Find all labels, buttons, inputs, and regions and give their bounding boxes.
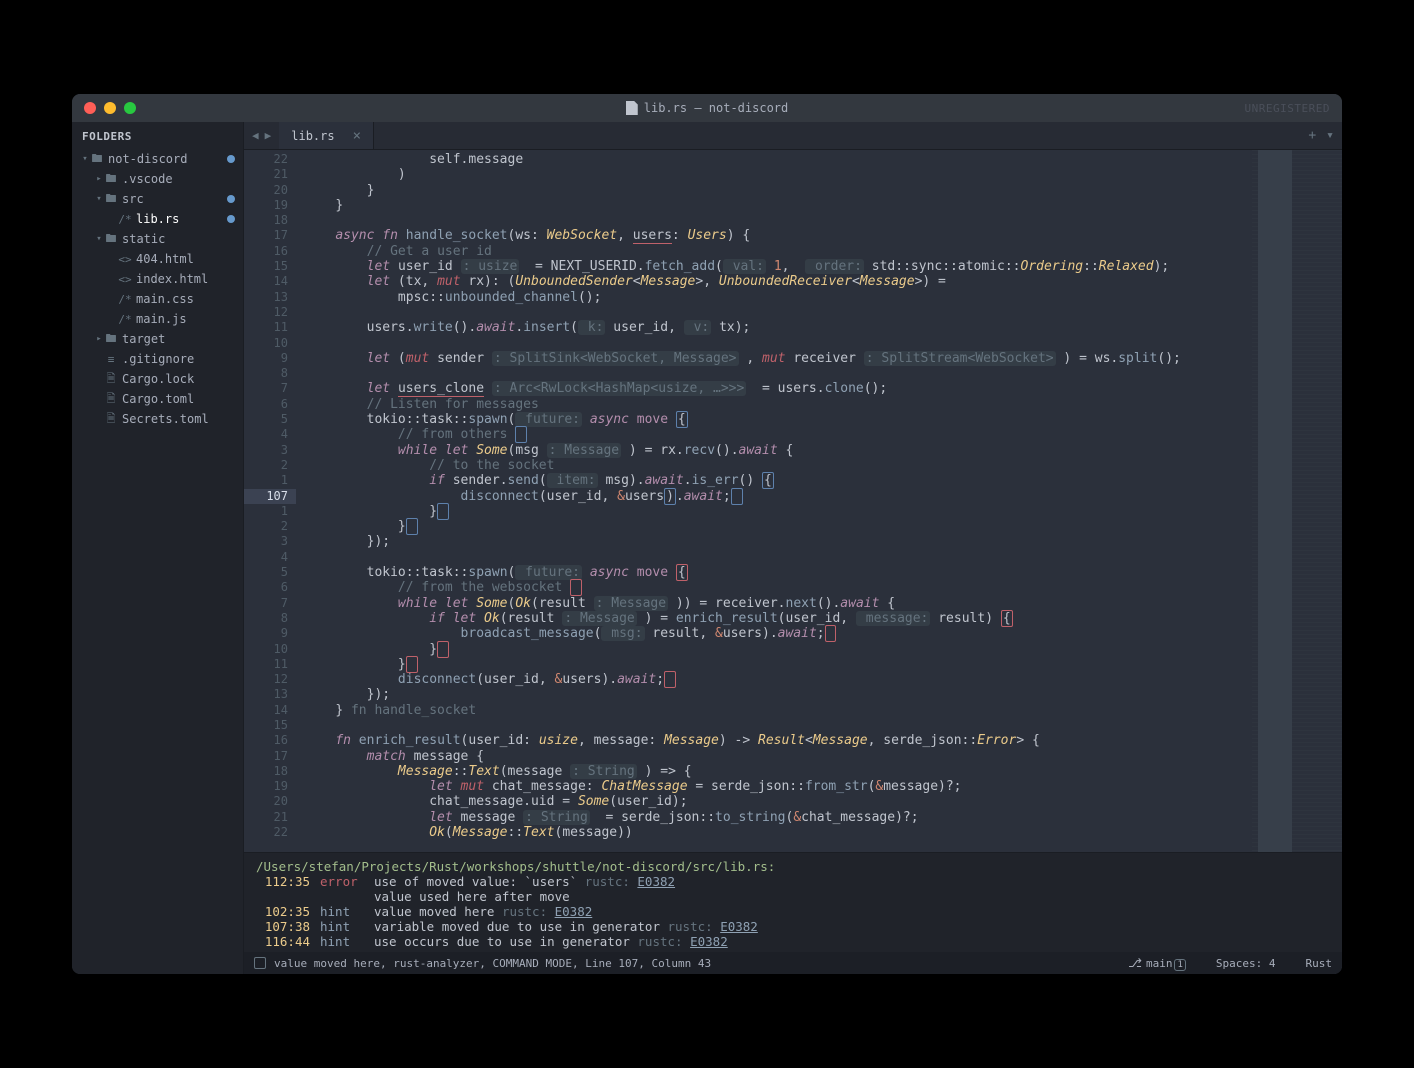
tree-label: lib.rs [136, 212, 223, 226]
tab-lib-rs[interactable]: lib.rs × [279, 122, 374, 149]
document-icon [626, 101, 638, 115]
disclosure-arrow[interactable]: ▸ [94, 334, 104, 344]
file-icon: 🗎 [104, 390, 118, 409]
tree-item--vscode[interactable]: ▸🖿 .vscode [72, 169, 243, 189]
tree-item-404-html[interactable]: <> 404.html [72, 249, 243, 269]
tree-item-secrets-toml[interactable]: 🗎 Secrets.toml [72, 409, 243, 429]
new-tab-icon[interactable]: + [1308, 128, 1316, 143]
tab-history-nav: ◀ ▶ [244, 122, 279, 149]
tree-item-src[interactable]: ▾🖿 src [72, 189, 243, 209]
tree-item-cargo-toml[interactable]: 🗎 Cargo.toml [72, 389, 243, 409]
tree-label: src [122, 192, 223, 206]
status-left: value moved here, rust-analyzer, COMMAND… [274, 957, 711, 970]
editor-window: lib.rs — not-discord UNREGISTERED FOLDER… [72, 94, 1342, 974]
indentation-setting[interactable]: Spaces: 4 [1216, 957, 1276, 970]
statusbar: value moved here, rust-analyzer, COMMAND… [244, 952, 1342, 974]
tree-label: index.html [136, 272, 235, 286]
tree-label: target [122, 332, 235, 346]
window-title-text: lib.rs — not-discord [644, 101, 789, 115]
tabbar: ◀ ▶ lib.rs × + ▾ [244, 122, 1342, 150]
file-tree: ▾🖿not-discord▸🖿.vscode▾🖿src/*lib.rs▾🖿sta… [72, 149, 243, 429]
file-icon: <> [118, 273, 132, 286]
folder-icon: 🖿 [104, 170, 118, 189]
nav-back-icon[interactable]: ◀ [250, 127, 261, 144]
minimize-window-button[interactable] [104, 102, 116, 114]
tree-item-cargo-lock[interactable]: 🗎 Cargo.lock [72, 369, 243, 389]
tree-item-lib-rs[interactable]: /* lib.rs [72, 209, 243, 229]
gutter: 2221201918171615141312111098765432110712… [244, 150, 296, 852]
tree-label: main.js [136, 312, 235, 326]
tree-item-main-js[interactable]: /* main.js [72, 309, 243, 329]
file-icon: /* [118, 213, 132, 226]
disclosure-arrow[interactable]: ▾ [94, 234, 104, 244]
tab-label: lib.rs [291, 129, 334, 143]
modified-dot-icon [227, 155, 235, 163]
sidebar: FOLDERS ▾🖿not-discord▸🖿.vscode▾🖿src/*lib… [72, 122, 244, 974]
tree-item--gitignore[interactable]: ≡ .gitignore [72, 349, 243, 369]
diagnostics-panel: /Users/stefan/Projects/Rust/workshops/sh… [244, 852, 1342, 952]
diagnostic-row[interactable]: value used here after move [256, 889, 1330, 904]
folder-icon: 🖿 [104, 190, 118, 209]
file-icon: 🗎 [104, 370, 118, 389]
disclosure-arrow[interactable]: ▾ [94, 194, 104, 204]
maximize-window-button[interactable] [124, 102, 136, 114]
unregistered-label: UNREGISTERED [1245, 102, 1330, 115]
nav-forward-icon[interactable]: ▶ [263, 127, 274, 144]
folder-icon: 🖿 [104, 330, 118, 349]
sidebar-header: FOLDERS [72, 122, 243, 149]
file-icon: /* [118, 293, 132, 306]
tree-label: 404.html [136, 252, 235, 266]
diagnostic-row[interactable]: 107:38hintvariable moved due to use in g… [256, 919, 1330, 934]
panel-toggle-icon[interactable] [254, 957, 266, 969]
editor[interactable]: 2221201918171615141312111098765432110712… [244, 150, 1342, 852]
minimap[interactable] [1252, 150, 1342, 852]
tree-label: Cargo.toml [122, 392, 235, 406]
tree-label: .vscode [122, 172, 235, 186]
tree-item-static[interactable]: ▾🖿 static [72, 229, 243, 249]
modified-dot-icon [227, 215, 235, 223]
language-mode[interactable]: Rust [1306, 957, 1333, 970]
folder-icon: 🖿 [90, 150, 104, 169]
tree-item-main-css[interactable]: /* main.css [72, 289, 243, 309]
main-area: ◀ ▶ lib.rs × + ▾ 22212019181716151413121… [244, 122, 1342, 974]
diagnostics-path: /Users/stefan/Projects/Rust/workshops/sh… [256, 859, 1330, 874]
close-window-button[interactable] [84, 102, 96, 114]
disclosure-arrow[interactable]: ▸ [94, 174, 104, 184]
tree-label: Secrets.toml [122, 412, 235, 426]
file-icon: <> [118, 253, 132, 266]
window-title: lib.rs — not-discord [72, 101, 1342, 115]
traffic-lights [84, 102, 136, 114]
tree-item-index-html[interactable]: <> index.html [72, 269, 243, 289]
diagnostic-row[interactable]: 102:35hintvalue moved here rustc: E0382 [256, 904, 1330, 919]
modified-dot-icon [227, 195, 235, 203]
titlebar: lib.rs — not-discord UNREGISTERED [72, 94, 1342, 122]
tree-label: static [122, 232, 235, 246]
file-icon: ≡ [104, 353, 118, 366]
diagnostic-row[interactable]: 112:35erroruse of moved value: `users` r… [256, 874, 1330, 889]
tree-item-not-discord[interactable]: ▾🖿 not-discord [72, 149, 243, 169]
tree-label: not-discord [108, 152, 223, 166]
tree-label: Cargo.lock [122, 372, 235, 386]
file-icon: /* [118, 313, 132, 326]
code-area[interactable]: self.message ) } } async fn handle_socke… [296, 150, 1252, 852]
tree-label: main.css [136, 292, 235, 306]
file-icon: 🗎 [104, 410, 118, 429]
tree-item-target[interactable]: ▸🖿 target [72, 329, 243, 349]
diagnostic-row[interactable]: 116:44hintuse occurs due to use in gener… [256, 934, 1330, 949]
tab-close-icon[interactable]: × [353, 128, 361, 144]
disclosure-arrow[interactable]: ▾ [80, 154, 90, 164]
git-branch[interactable]: main1 [1128, 956, 1186, 970]
tree-label: .gitignore [122, 352, 235, 366]
folder-icon: 🖿 [104, 230, 118, 249]
tab-menu-icon[interactable]: ▾ [1326, 128, 1334, 143]
